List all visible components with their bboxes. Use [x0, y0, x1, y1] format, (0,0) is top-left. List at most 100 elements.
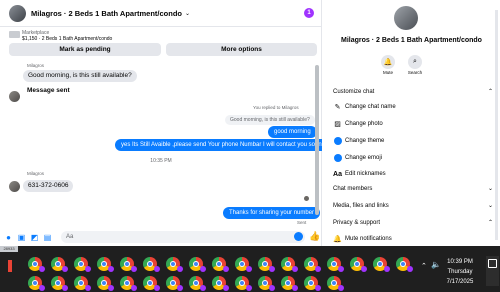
chrome-app-icon[interactable] [212, 257, 229, 272]
change-chat-name-item[interactable]: ✎ Change chat name [333, 102, 396, 112]
chrome-app-icon[interactable] [235, 257, 252, 272]
search-button[interactable]: ⌕ [408, 55, 422, 69]
chrome-app-icon[interactable] [51, 276, 68, 291]
clock-date[interactable]: 7/17/2025 [445, 279, 475, 285]
pencil-icon: ✎ [334, 104, 341, 111]
media-files-links-header[interactable]: Media, files and links [333, 203, 389, 209]
chevron-up-icon[interactable]: ⌃ [421, 262, 427, 270]
incoming-message[interactable]: 631-372-0606 [23, 180, 74, 192]
screen: Milagros · 2 Beds 1 Bath Apartment/condo… [0, 0, 500, 292]
start-icon[interactable] [8, 260, 12, 272]
chrome-app-icon[interactable] [97, 257, 114, 272]
privacy-support-header[interactable]: Privacy & support [333, 220, 380, 226]
mark-as-pending-button[interactable]: Mark as pending [9, 43, 161, 56]
chrome-app-icon[interactable] [189, 276, 206, 291]
image-icon: ▨ [334, 121, 341, 128]
avatar[interactable] [9, 4, 26, 22]
chat-members-header[interactable]: Chat members [333, 186, 372, 192]
change-emoji-item[interactable]: Change emoji [333, 153, 382, 163]
chevron-down-icon[interactable]: ⌄ [488, 185, 493, 192]
listing-price-title[interactable]: $1,150 · 2 Beds 1 Bath Apartment/condo [22, 36, 112, 42]
chrome-app-icon[interactable] [258, 257, 275, 272]
chrome-app-icon[interactable] [74, 276, 91, 291]
mute-notifications-item[interactable]: 🔔 Mute notifications [333, 234, 392, 244]
reply-quote[interactable]: Good morning, is this still available? [225, 115, 315, 125]
chat-scrollbar[interactable] [315, 65, 319, 215]
profile-avatar[interactable] [394, 6, 418, 30]
chrome-app-icon[interactable] [304, 257, 321, 272]
info-scrollbar[interactable] [495, 10, 498, 240]
status-strip: 28933 [0, 246, 18, 252]
chrome-app-icon[interactable] [74, 257, 91, 272]
chrome-app-icon[interactable] [281, 276, 298, 291]
chrome-app-icon[interactable] [28, 257, 45, 272]
incoming-message[interactable]: Good morning, is this still available? [23, 70, 137, 82]
chrome-app-icon[interactable] [212, 276, 229, 291]
bell-icon: 🔔 [333, 236, 342, 243]
chrome-app-icon[interactable] [120, 276, 137, 291]
chevron-down-icon[interactable]: ⌄ [185, 10, 190, 17]
emoji-icon [333, 154, 342, 163]
chat-header: Milagros · 2 Beds 1 Bath Apartment/condo… [0, 0, 322, 27]
change-photo-item[interactable]: ▨ Change photo [333, 119, 383, 129]
chrome-app-icon[interactable] [166, 257, 183, 272]
chrome-app-icon[interactable] [166, 276, 183, 291]
item-label: Mute notifications [345, 236, 392, 242]
chrome-app-icon[interactable] [327, 276, 344, 291]
volume-icon[interactable]: 🔈 [431, 260, 441, 269]
notification-badge[interactable]: 1 [304, 8, 314, 18]
composer: ● ▣ ◩ ▤ Aa 👍 [0, 228, 322, 246]
chrome-app-icon[interactable] [327, 257, 344, 272]
chrome-app-icon[interactable] [28, 276, 45, 291]
chrome-app-icon[interactable] [235, 276, 252, 291]
item-label: Change theme [345, 138, 385, 144]
item-label: Change photo [345, 121, 383, 127]
more-options-button[interactable]: More options [166, 43, 317, 56]
microphone-icon[interactable]: ● [4, 233, 13, 242]
change-theme-item[interactable]: Change theme [333, 136, 384, 146]
mute-button[interactable]: 🔔 [381, 55, 395, 69]
search-label: Search [407, 70, 423, 75]
notification-icon [488, 259, 497, 268]
chrome-app-icon[interactable] [189, 257, 206, 272]
thumbs-up-icon[interactable]: 👍 [309, 231, 320, 242]
chrome-app-icon[interactable] [281, 257, 298, 272]
chrome-app-icon[interactable] [373, 257, 390, 272]
customize-chat-header[interactable]: Customize chat [333, 89, 374, 95]
chrome-app-icon[interactable] [51, 257, 68, 272]
notification-center[interactable] [486, 256, 499, 286]
sender-name: Milagros [27, 171, 45, 176]
chrome-app-icon[interactable] [350, 257, 367, 272]
outgoing-message[interactable]: good morning [268, 126, 317, 138]
chrome-app-icon[interactable] [143, 276, 160, 291]
outgoing-message[interactable]: Thanks for sharing your number [223, 207, 321, 219]
chevron-up-icon[interactable]: ⌃ [488, 88, 493, 95]
message-input[interactable]: Aa [61, 231, 305, 243]
chat-title[interactable]: Milagros · 2 Beds 1 Bath Apartment/condo [31, 9, 182, 18]
mute-label: Mute [382, 70, 393, 75]
edit-nicknames-item[interactable]: Aa Edit nicknames [333, 169, 386, 179]
chevron-down-icon[interactable]: ⌄ [488, 202, 493, 209]
photo-icon[interactable]: ▣ [17, 233, 26, 242]
clock-time[interactable]: 10:39 PM [445, 259, 475, 265]
sender-avatar[interactable] [9, 91, 20, 102]
incoming-message[interactable]: Message sent [27, 87, 70, 94]
chrome-app-icon[interactable] [143, 257, 160, 272]
chrome-app-icon[interactable] [396, 257, 413, 272]
sender-name: Milagros [27, 63, 45, 68]
clock-day[interactable]: Thursday [445, 269, 475, 275]
gif-icon[interactable]: ▤ [43, 233, 52, 242]
chrome-app-icon[interactable] [304, 276, 321, 291]
sender-avatar[interactable] [9, 181, 20, 192]
listing-thumbnail[interactable] [9, 31, 20, 38]
nickname-icon: Aa [333, 170, 342, 178]
chrome-app-icon[interactable] [258, 276, 275, 291]
chrome-app-icon[interactable] [120, 257, 137, 272]
chrome-app-icon[interactable] [97, 276, 114, 291]
outgoing-message[interactable]: yes Its Still Avaible ,please send Your … [115, 139, 322, 151]
seen-avatar [304, 196, 309, 201]
message-timestamp: 10:35 PM [150, 158, 172, 164]
emoji-icon[interactable] [294, 232, 303, 241]
chevron-up-icon[interactable]: ⌃ [488, 219, 493, 226]
sticker-icon[interactable]: ◩ [30, 233, 39, 242]
